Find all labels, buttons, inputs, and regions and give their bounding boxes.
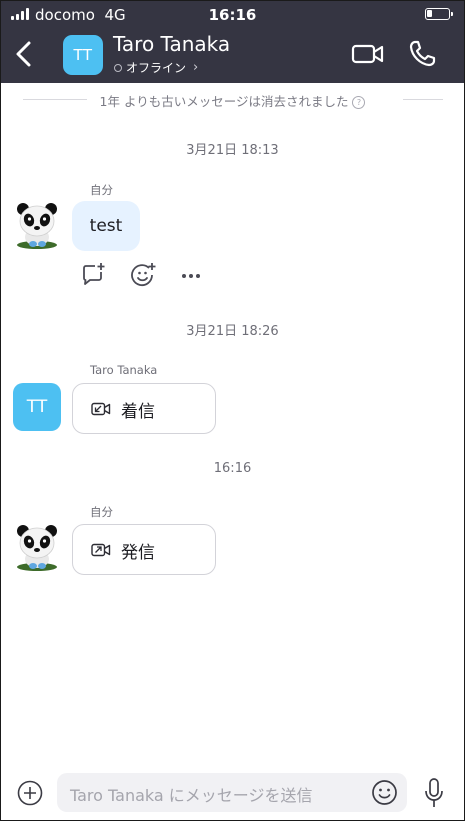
clock: 16:16 <box>208 6 257 24</box>
sender-name: Taro Tanaka <box>90 363 158 377</box>
call-label: 発信 <box>121 543 155 563</box>
more-icon[interactable] <box>181 262 203 288</box>
contact-avatar[interactable]: TT <box>63 35 103 75</box>
sender-name: 自分 <box>90 183 113 197</box>
call-label: 着信 <box>121 402 155 422</box>
video-call-button[interactable] <box>351 41 385 67</box>
chevron-right-icon: › <box>193 60 199 75</box>
add-reaction-icon[interactable] <box>131 262 157 288</box>
info-icon[interactable]: ? <box>352 96 366 109</box>
battery-icon <box>425 8 453 20</box>
date-separator: 3月21日 18:13 <box>186 143 279 158</box>
add-attachment-button[interactable] <box>17 780 43 806</box>
chat-header: docomo 4G 16:16 TT Taro Tanaka オフライン › <box>1 1 464 83</box>
status-bar: docomo 4G 16:16 <box>1 1 464 29</box>
phone-call-button[interactable] <box>407 39 437 69</box>
history-notice-text: 1年 よりも古いメッセージは消去されました <box>99 94 349 109</box>
sender-name: 自分 <box>90 505 113 519</box>
message-composer: Taro Tanaka にメッセージを送信 <box>1 769 464 817</box>
outgoing-video-call-icon <box>91 543 111 557</box>
message-input[interactable]: Taro Tanaka にメッセージを送信 <box>57 773 407 812</box>
date-separator: 16:16 <box>213 461 252 476</box>
presence-status[interactable]: オフライン › <box>114 59 198 76</box>
date-separator: 3月21日 18:26 <box>186 324 279 339</box>
message-bubble[interactable]: test <box>72 201 140 251</box>
presence-label: オフライン <box>126 61 187 75</box>
message-actions <box>81 262 211 290</box>
incoming-video-call-icon <box>91 402 111 416</box>
chat-screen: docomo 4G 16:16 TT Taro Tanaka オフライン › 1… <box>0 0 465 821</box>
outgoing-call-bubble[interactable]: 発信 <box>72 524 216 575</box>
back-button[interactable] <box>9 37 39 71</box>
contact-avatar[interactable]: TT <box>13 383 61 431</box>
microphone-button[interactable] <box>423 777 445 809</box>
reply-thread-icon[interactable] <box>81 262 107 288</box>
emoji-button[interactable] <box>371 779 398 806</box>
panda-avatar[interactable] <box>15 201 59 249</box>
contact-name[interactable]: Taro Tanaka <box>113 32 230 56</box>
incoming-call-bubble[interactable]: 着信 <box>72 383 216 434</box>
history-notice: 1年 よりも古いメッセージは消去されました? <box>1 91 464 109</box>
message-input-placeholder: Taro Tanaka にメッセージを送信 <box>70 786 313 805</box>
panda-avatar[interactable] <box>15 523 59 571</box>
presence-dot-icon <box>114 63 122 72</box>
